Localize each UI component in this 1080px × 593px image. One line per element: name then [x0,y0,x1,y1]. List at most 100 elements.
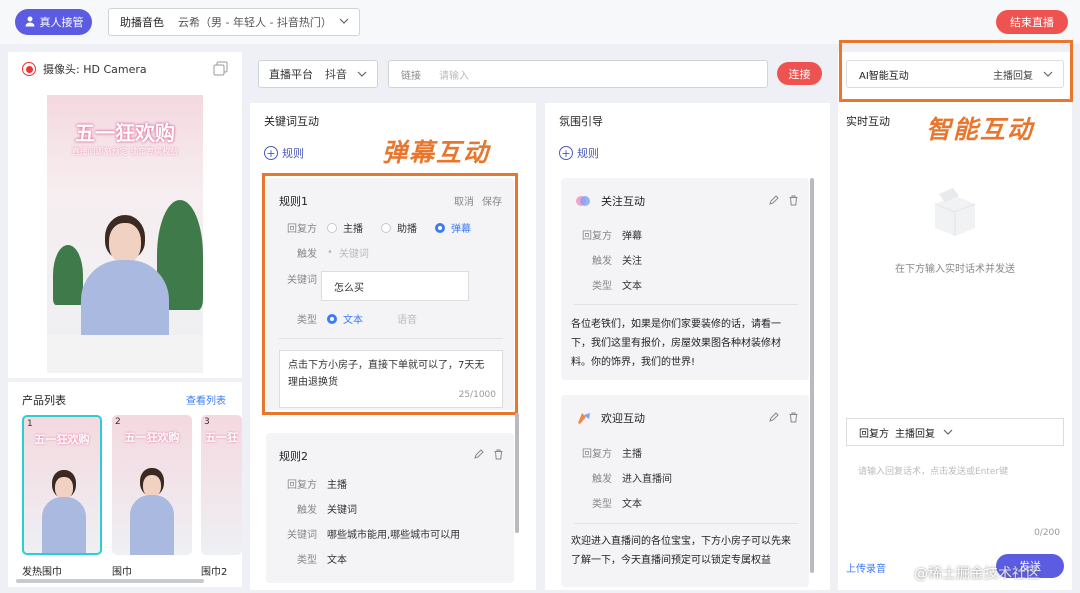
type-value: 文本 [622,281,642,292]
reply-label: 回复方 [582,449,612,460]
reply-placeholder: 请输入回复话术，点击发送或Enter键 [858,467,1009,477]
product-thumb-body [130,495,174,555]
edit-icon[interactable] [768,412,779,423]
product-list-title: 产品列表 [22,394,66,407]
divider [574,304,798,305]
record-icon[interactable] [22,62,36,76]
plus-icon: + [264,146,278,160]
desk [47,335,203,373]
product-card[interactable]: 3 五一狂 [201,415,242,555]
keyword-column: 关键词互动 + 规则 弹幕互动 规则1 取消 保存 回复方 主播 助播 弹幕 触… [250,103,536,590]
platform-bar: 直播平台 抖音 链接 请输入 连接 [250,52,830,92]
follow-card: 关注互动 回复方 弹幕 触发 关注 类型 文本 各位老铁们，如果是你们家要装修的话，请… [561,178,809,380]
platform-label: 直播平台 [269,68,313,81]
ai-overlay-label: 智能互动 [926,115,1035,144]
banner-subtitle: 直播间即刻预定 锁定专属权益 [71,147,179,156]
person-icon [24,15,36,30]
delete-icon[interactable] [788,412,799,423]
rule-title: 规则2 [279,450,308,463]
chevron-down-icon [943,429,953,435]
reply-value: 主播 [622,449,642,460]
voice-select[interactable]: 助播音色 云希（男 - 年轻人 - 抖音热门） [108,8,360,36]
product-list-panel: 产品列表 查看列表 1 五一狂欢购 2 五一狂欢购 3 五一狂 发热围巾 围巾 … [8,382,242,587]
upload-recording-link[interactable]: 上传录音 [846,560,886,575]
product-card[interactable]: 2 五一狂欢购 [112,415,192,555]
char-count: 0/200 [1034,528,1060,538]
trigger-label: 触发 [592,474,612,485]
add-rule-label: 规则 [577,147,599,160]
reply-value: 主播 [327,480,347,491]
live-preview: 五一狂欢购 直播间即刻预定 锁定专属权益 [47,95,203,373]
platform-value: 抖音 [325,68,347,81]
delete-icon[interactable] [493,449,504,460]
camera-panel: 摄像头: HD Camera [8,52,242,86]
add-rule-button[interactable]: + 规则 [559,145,599,161]
trigger-value: 关注 [622,256,642,267]
reply-input[interactable]: 请输入回复话术，点击发送或Enter键 0/200 [846,456,1064,542]
product-index: 2 [115,417,121,427]
trigger-value: 进入直播间 [622,474,672,485]
platform-select[interactable]: 直播平台 抖音 [258,60,378,88]
link-label: 链接 [401,70,421,82]
link-placeholder: 请输入 [439,70,469,82]
trigger-label: 触发 [592,256,612,267]
reply-label: 回复方 [582,231,612,242]
rule-card: 规则2 回复方 主播 触发 关键词 关键词 哪些城市能用,哪些城市可以用 类型 文本 [266,433,514,583]
empty-text: 在下方输入实时话术并发送 [895,264,1015,275]
reply-label: 回复方 [287,480,317,491]
product-thumb-face [55,477,73,499]
view-list-link[interactable]: 查看列表 [186,392,226,407]
edit-icon[interactable] [473,449,484,460]
type-label: 类型 [297,555,317,566]
add-rule-button[interactable]: + 规则 [264,145,304,161]
delete-icon[interactable] [788,195,799,206]
product-index: 1 [27,419,33,429]
banner-title: 五一狂欢购 [75,121,175,145]
plant-left [53,245,83,305]
product-index: 3 [204,417,210,427]
type-value: 文本 [327,555,347,566]
trigger-value: 关键词 [327,505,357,516]
type-label: 类型 [592,499,612,510]
connect-button[interactable]: 连接 [777,62,822,85]
product-name: 围巾 [112,567,132,578]
voice-value: 云希（男 - 年轻人 - 抖音热门） [178,16,332,29]
end-live-button[interactable]: 结束直播 [996,10,1068,34]
follow-message: 各位老铁们，如果是你们家要装修的话，请看一下，我们这里有报价，房屋效果图各种材装… [571,319,781,368]
vertical-scrollbar[interactable] [810,178,814,573]
type-label: 类型 [592,281,612,292]
barrage-overlay-label: 弹幕互动 [382,138,491,167]
horizontal-scrollbar[interactable] [16,579,204,583]
highlight-frame [262,173,518,415]
keyword-title: 关键词互动 [264,115,319,128]
product-name: 发热围巾 [22,567,62,578]
reply-value: 弹幕 [622,231,642,242]
product-card[interactable]: 1 五一狂欢购 [22,415,102,555]
chevron-down-icon [357,71,367,77]
vertical-scrollbar[interactable] [515,413,519,533]
welcome-card: 欢迎互动 回复方 主播 触发 进入直播间 类型 文本 欢迎进入直播间的各位宝宝，下方小… [561,395,809,587]
atmosphere-column: 氛围引导 + 规则 关注互动 回复方 弹幕 触发 关注 类型 文本 各位老铁们，如果是… [545,103,830,590]
product-thumb-title: 五一狂 [205,431,238,444]
copy-icon[interactable] [213,61,228,76]
add-rule-label: 规则 [282,147,304,160]
type-value: 文本 [622,499,642,510]
product-name: 围巾2 [201,567,228,578]
link-input[interactable]: 链接 请输入 [388,60,768,88]
chevron-down-icon [339,18,349,24]
empty-box-icon [934,188,976,236]
welcome-message: 欢迎进入直播间的各位宝宝，下方小房子可以先来了解一下，今天直播间预定可以锁定专属… [571,536,791,566]
edit-icon[interactable] [768,195,779,206]
reply-label: 回复方 [859,428,889,440]
keyword-value: 哪些城市能用,哪些城市可以用 [327,530,461,541]
reply-value: 主播回复 [895,428,935,440]
atmosphere-title: 氛围引导 [559,115,603,128]
takeover-label: 真人接管 [39,16,84,29]
reply-select[interactable]: 回复方 主播回复 [846,418,1064,446]
takeover-button[interactable]: 真人接管 [15,9,92,35]
welcome-title: 欢迎互动 [601,412,645,425]
welcome-icon [575,411,593,430]
voice-label: 助播音色 [120,16,164,29]
presenter-face [109,223,141,263]
watermark: @稀土掘金技术社区 [914,566,1040,582]
